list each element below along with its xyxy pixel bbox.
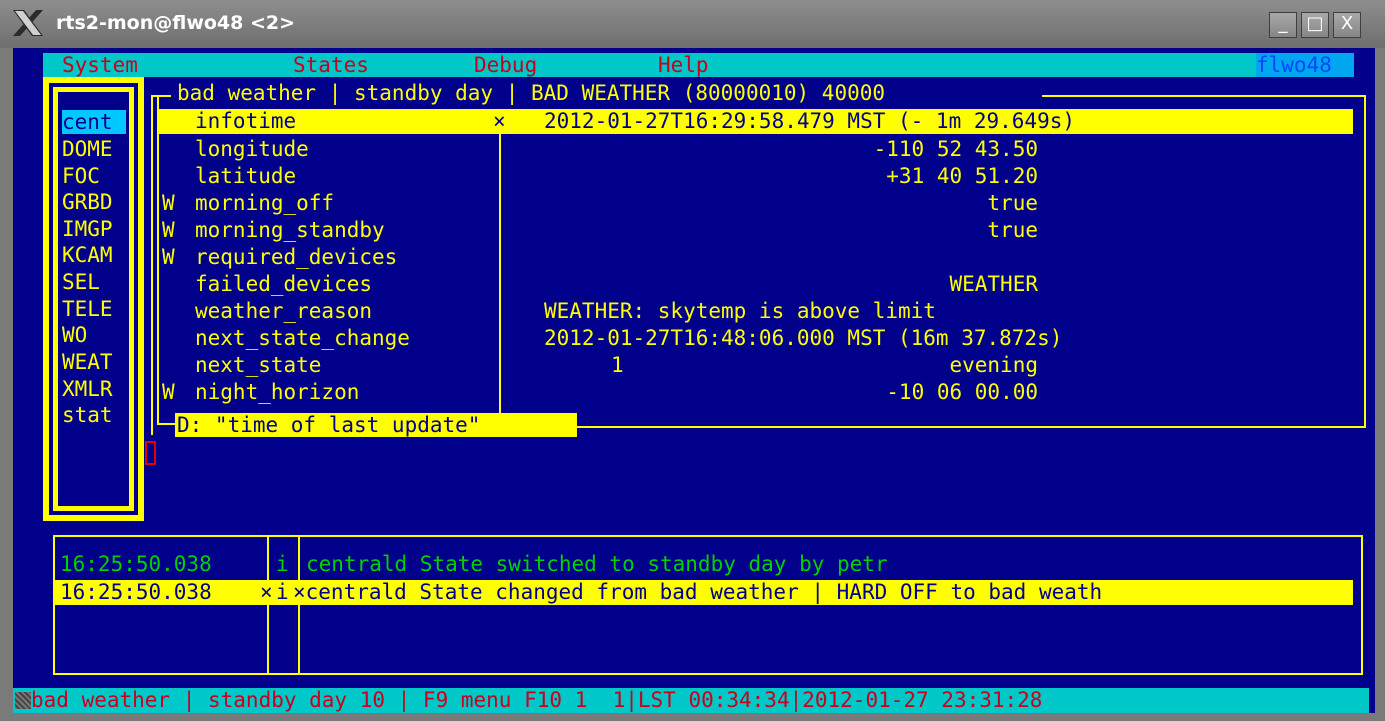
info-name-longitude[interactable]: longitude	[195, 137, 309, 161]
log-type: i	[276, 552, 289, 576]
info-frame-left	[151, 95, 153, 435]
info-frame-right	[1364, 95, 1366, 428]
log-message[interactable]: centrald State switched to standby day b…	[306, 552, 888, 576]
log-message-selected: ×centrald State changed from bad weather…	[293, 580, 1103, 604]
device-item-tele[interactable]: TELE	[62, 297, 126, 321]
window-frame-right	[1375, 48, 1385, 721]
info-name-night-horizon[interactable]: night_horizon	[195, 380, 359, 404]
log-divider-2	[298, 535, 300, 675]
device-item-foc[interactable]: FOC	[62, 164, 126, 188]
info-frame-top-left	[151, 95, 171, 97]
info-flag-required-devices: W	[162, 245, 175, 269]
info-value-next-state: evening	[949, 353, 1038, 377]
description-label: D: "time of last update"	[177, 413, 481, 437]
device-item-cent[interactable]: cent	[62, 110, 126, 134]
maximize-button[interactable]: □	[1301, 12, 1329, 38]
minimize-button[interactable]: _	[1269, 12, 1297, 38]
info-frame-left-inner	[157, 95, 159, 425]
info-value-next-state-change: 2012-01-27T16:48:06.000 MST (16m 37.872s…	[544, 326, 1063, 350]
info-name-morning-off[interactable]: morning_off	[195, 191, 334, 215]
log-time: 16:25:50.038	[60, 552, 212, 576]
window-frame-left	[0, 48, 13, 721]
close-button[interactable]: X	[1333, 12, 1361, 38]
info-flag-morning-standby: W	[162, 218, 175, 242]
info-name-next-state[interactable]: next_state	[195, 353, 321, 377]
window-title: rts2-mon@flwo48 <2>	[56, 12, 296, 34]
device-item-imgp[interactable]: IMGP	[62, 217, 126, 241]
info-value-morning-off: true	[987, 191, 1038, 215]
left-margin	[13, 48, 43, 688]
menu-help[interactable]: Help	[658, 53, 709, 77]
window-frame-bottom	[0, 713, 1385, 721]
info-column-divider	[499, 130, 501, 426]
log-time-selected: 16:25:50.038	[60, 580, 212, 604]
info-mark-infotime: ×	[493, 109, 506, 133]
log-divider-1	[267, 535, 269, 675]
device-item-kcam[interactable]: KCAM	[62, 243, 126, 267]
status-text: bad weather | standby day 10 | F9 menu F…	[31, 688, 1043, 712]
info-value-latitude: +31 40 51.20	[886, 164, 1038, 188]
info-name-next-state-change[interactable]: next_state_change	[195, 326, 410, 350]
menu-debug[interactable]: Debug	[474, 53, 537, 77]
host-name: flwo48	[1256, 53, 1354, 77]
info-header: bad weather | standby day | BAD WEATHER …	[177, 81, 886, 105]
device-item-grbd[interactable]: GRBD	[62, 190, 126, 214]
info-flag-night-horizon: W	[162, 380, 175, 404]
info-value-night-horizon: -10 06 00.00	[886, 380, 1038, 404]
device-item-sel[interactable]: SEL	[62, 270, 126, 294]
device-item-weat[interactable]: WEAT	[62, 350, 126, 374]
status-checker-icon	[15, 692, 31, 709]
device-item-dome[interactable]: DOME	[62, 137, 126, 161]
info-name-infotime: infotime	[195, 109, 297, 133]
x-window-icon	[13, 10, 43, 36]
menu-states[interactable]: States	[293, 53, 369, 77]
info-value-longitude: -110 52 43.50	[873, 137, 1038, 161]
info-frame-top-right	[1042, 95, 1366, 97]
device-item-xmlr[interactable]: XMLR	[62, 377, 126, 401]
info-frame-bottom	[576, 426, 1366, 428]
info-value-failed-devices: WEATHER	[949, 272, 1038, 296]
info-frame-bottom-left	[157, 423, 175, 425]
info-name-weather-reason[interactable]: weather_reason	[195, 299, 372, 323]
device-item-wo[interactable]: WO	[62, 323, 126, 347]
cursor-marker	[145, 441, 156, 465]
info-name-required-devices[interactable]: required_devices	[195, 245, 397, 269]
menu-system[interactable]: System	[62, 53, 138, 77]
device-item-stat[interactable]: stat	[62, 403, 126, 427]
info-value-infotime: 2012-01-27T16:29:58.479 MST (- 1m 29.649…	[544, 109, 1076, 133]
info-name-morning-standby[interactable]: morning_standby	[195, 218, 385, 242]
info-value-weather-reason: WEATHER: skytemp is above limit	[544, 299, 936, 323]
info-name-failed-devices[interactable]: failed_devices	[195, 272, 372, 296]
log-mark-selected: ×	[260, 580, 273, 604]
info-flag-morning-off: W	[162, 191, 175, 215]
info-name-latitude[interactable]: latitude	[195, 164, 296, 188]
info-value-morning-standby: true	[987, 218, 1038, 242]
log-type-selected: i	[276, 580, 289, 604]
